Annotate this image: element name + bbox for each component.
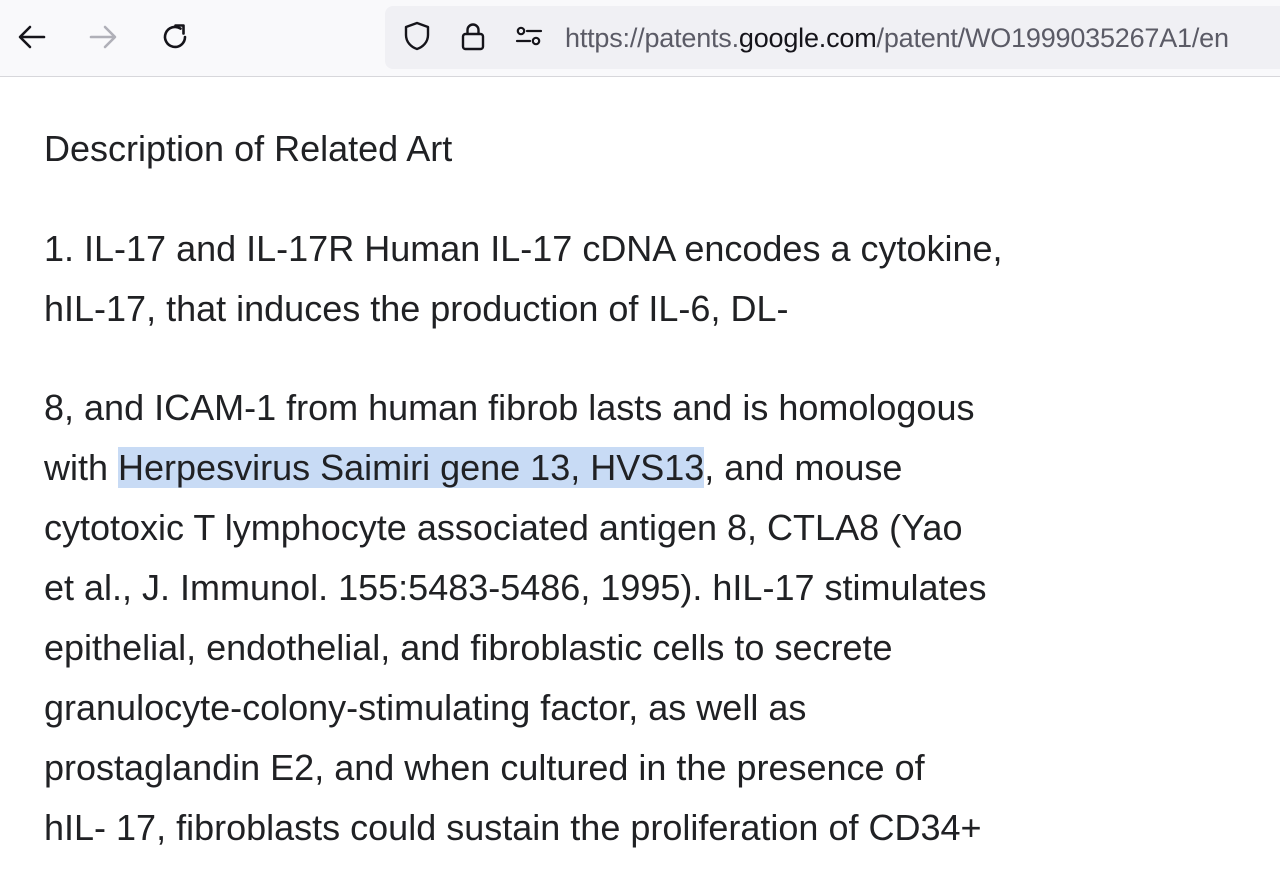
text-fragment: with: [44, 447, 119, 488]
paragraph-1: 1. IL-17 and IL-17R Human IL-17 cDNA enc…: [44, 219, 1074, 339]
url-text[interactable]: https://patents.google.com/patent/WO1999…: [565, 23, 1229, 53]
text-line: hIL- 17, fibroblasts could sustain the p…: [44, 807, 982, 848]
arrow-left-icon: [15, 20, 49, 54]
address-bar[interactable]: https://patents.google.com/patent/WO1999…: [385, 6, 1280, 69]
reload-button[interactable]: [152, 14, 198, 60]
text-line: prostaglandin E2, and when cultured in t…: [44, 747, 925, 788]
permissions-button[interactable]: [513, 22, 545, 54]
text-line: hIL-17, that induces the production of I…: [44, 288, 789, 329]
lock-icon: [457, 20, 489, 57]
text-line: epithelial, endothelial, and fibroblasti…: [44, 627, 893, 668]
arrow-right-icon: [86, 20, 120, 54]
selected-text[interactable]: Herpesvirus Saimiri gene 13, HVS13: [118, 447, 705, 488]
text-fragment: , and mouse: [704, 447, 903, 488]
text-line: 1. IL-17 and IL-17R Human IL-17 cDNA enc…: [44, 228, 1003, 269]
text-line: et al., J. Immunol. 155:5483-5486, 1995)…: [44, 567, 987, 608]
section-heading: Description of Related Art: [44, 128, 453, 169]
text-line-with-selection: with Herpesvirus Saimiri gene 13, HVS13,…: [44, 438, 1074, 498]
url-path: /patent/WO1999035267A1/en: [876, 23, 1229, 53]
text-line: 8, and ICAM-1 from human fibrob lasts an…: [44, 387, 975, 428]
text-line: cytotoxic T lymphocyte associated antige…: [44, 507, 963, 548]
forward-button[interactable]: [80, 14, 126, 60]
tracking-protection-button[interactable]: [401, 20, 433, 57]
url-prefix: https://patents.: [565, 23, 739, 53]
text-line: granulocyte-colony-stimulating factor, a…: [44, 687, 807, 728]
shield-icon: [401, 20, 433, 57]
reload-icon: [158, 20, 192, 54]
url-host: google.com: [738, 23, 877, 53]
paragraph-2: 8, and ICAM-1 from human fibrob lasts an…: [44, 378, 1074, 858]
browser-toolbar: https://patents.google.com/patent/WO1999…: [0, 0, 1280, 77]
back-button[interactable]: [9, 14, 55, 60]
permissions-icon: [513, 20, 545, 57]
site-security-button[interactable]: [457, 22, 489, 54]
